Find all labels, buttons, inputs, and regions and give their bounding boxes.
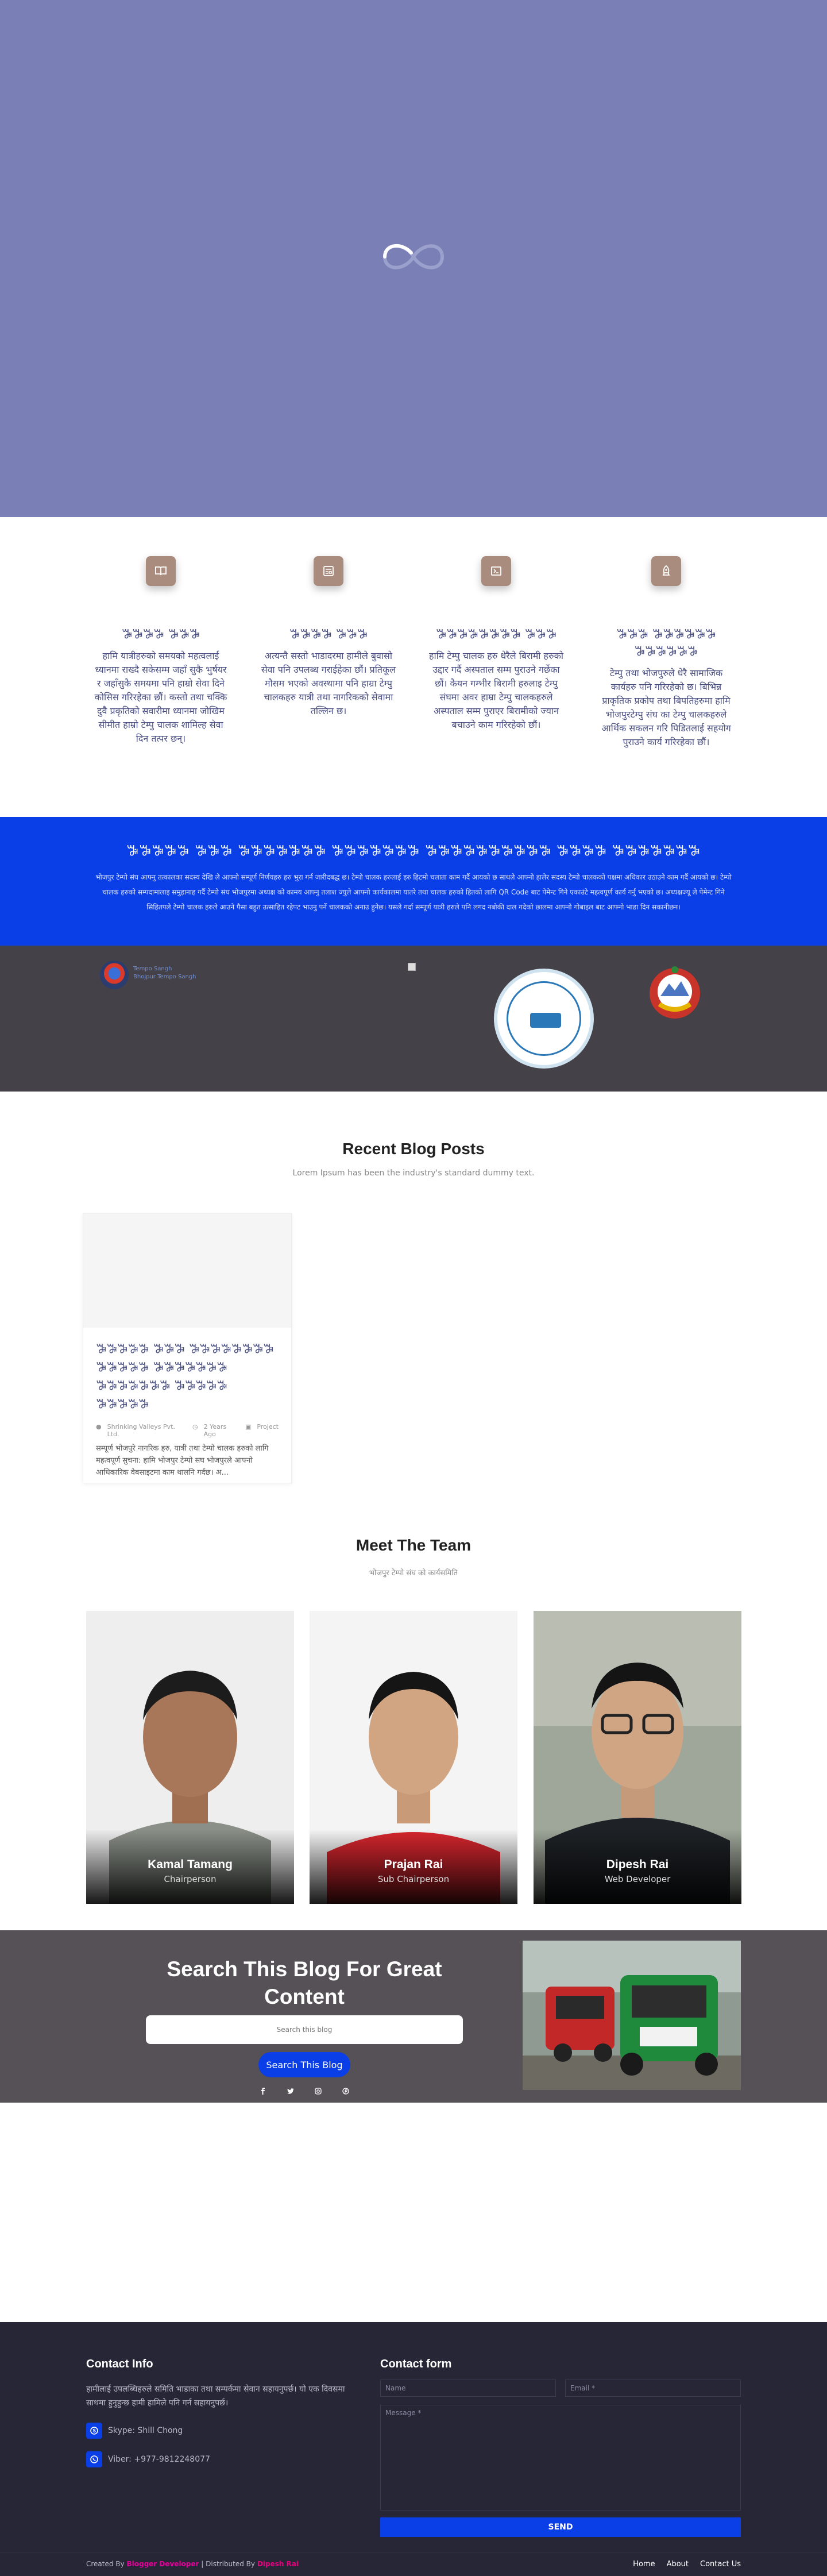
blog-section: Recent Blog Posts Lorem Ipsum has been t… xyxy=(0,1092,827,1511)
social-links xyxy=(258,2087,350,2096)
post-category[interactable]: Project xyxy=(257,1423,279,1438)
footer-link-about[interactable]: About xyxy=(667,2560,689,2569)
feature-card: ꕅꕅꕅꕅ ꕅꕅꕅ अत्यन्तै सस्तो भाडादरमा हामीले … xyxy=(260,556,397,718)
member-name: Prajan Rai xyxy=(384,1858,443,1871)
book-open-icon xyxy=(146,556,176,586)
rocket-icon xyxy=(651,556,681,586)
footer-bar: Created By Blogger Developer | Distribut… xyxy=(0,2552,827,2576)
team-member-card[interactable]: Prajan Rai Sub Chairperson xyxy=(310,1611,517,1904)
team-member-card[interactable]: Kamal Tamang Chairperson xyxy=(86,1611,294,1904)
post-thumbnail[interactable] xyxy=(83,1214,291,1328)
contact-info-title: Contact Info xyxy=(86,2358,153,2370)
team-section: Meet The Team भोजपुर टेम्पो संघ को कार्य… xyxy=(0,1511,827,1930)
logos-band: Tempo Sangh Bhojpur Tempo Sangh xyxy=(0,946,827,1092)
feature-text: अत्यन्तै सस्तो भाडादरमा हामीले बुवासो से… xyxy=(261,650,396,716)
notice-title: ꕅꕅꕅꕅꕅ ꕅꕅꕅ ꕅꕅꕅꕅꕅꕅꕅ ꕅꕅꕅꕅꕅꕅꕅ ꕅꕅꕅꕅꕅꕅꕅꕅꕅꕅ ꕅꕅꕅ… xyxy=(126,842,701,859)
notice-banner: ꕅꕅꕅꕅꕅ ꕅꕅꕅ ꕅꕅꕅꕅꕅꕅꕅ ꕅꕅꕅꕅꕅꕅꕅ ꕅꕅꕅꕅꕅꕅꕅꕅꕅꕅ ꕅꕅꕅ… xyxy=(0,817,827,946)
feature-title: ꕅꕅꕅꕅ ꕅꕅꕅ xyxy=(289,627,368,642)
email-field[interactable] xyxy=(565,2380,741,2397)
member-role: Chairperson xyxy=(164,1874,217,1884)
member-name: Kamal Tamang xyxy=(148,1858,233,1871)
post-author[interactable]: Shrinking Valleys Pvt. Ltd. xyxy=(107,1423,187,1438)
name-field[interactable] xyxy=(380,2380,556,2397)
feature-card: ꕅꕅꕅ ꕅꕅꕅꕅꕅꕅ ꕅꕅꕅꕅꕅꕅ टेम्पु तथा भोजपुरुले ध… xyxy=(597,556,735,749)
contact-info-text: हामीलाई उपलब्धिहरुले समिति भाडाका तथा सम… xyxy=(86,2385,345,2408)
seal-ring xyxy=(507,981,581,1056)
creator-link[interactable]: Blogger Developer xyxy=(126,2560,199,2568)
clock-icon: ◷ xyxy=(192,1423,198,1430)
team-member-card[interactable]: Dipesh Rai Web Developer xyxy=(534,1611,741,1904)
footer-link-contact[interactable]: Contact Us xyxy=(700,2560,741,2569)
contact-info: Contact Info हामीलाई उपलब्धिहरुले समिति … xyxy=(86,2358,362,2467)
search-section: Search This Blog For Great Content Searc… xyxy=(0,1930,827,2103)
notice-text: भोजपुर टेम्पो संघ आफ्नु तत्कालका सदस्य द… xyxy=(95,873,732,911)
features-section: ꕅꕅꕅꕅ ꕅꕅꕅ हामि यात्रीहरुको समयको महत्वलाई… xyxy=(0,517,827,817)
feature-title: ꕅꕅꕅꕅꕅꕅꕅꕅ ꕅꕅꕅ xyxy=(435,627,557,642)
whatsapp-icon xyxy=(86,2451,102,2467)
post-date: 2 Years Ago xyxy=(203,1423,227,1438)
feature-text: हामि यात्रीहरुको समयको महत्वलाई ध्यानमा … xyxy=(94,650,227,744)
member-role: Web Developer xyxy=(604,1874,671,1884)
member-name: Dipesh Rai xyxy=(606,1858,669,1871)
instagram-icon[interactable] xyxy=(314,2087,323,2096)
logo-text: Tempo Sangh Bhojpur Tempo Sangh xyxy=(133,966,196,980)
ticket-icon xyxy=(481,556,511,586)
broken-image-icon xyxy=(408,963,416,971)
distributor-link[interactable]: Dipesh Rai xyxy=(257,2560,299,2568)
infinity-loader-icon xyxy=(382,244,445,269)
skype-row[interactable]: Skype: Shill Chong xyxy=(86,2423,362,2439)
newspaper-icon xyxy=(314,556,343,586)
team-title: Meet The Team xyxy=(355,1536,472,1554)
blog-title: Recent Blog Posts xyxy=(342,1140,485,1158)
footer-link-home[interactable]: Home xyxy=(633,2560,655,2569)
facebook-icon[interactable] xyxy=(258,2087,268,2096)
post-meta: ● Shrinking Valleys Pvt. Ltd. ◷ 2 Years … xyxy=(96,1423,279,1438)
twitter-icon[interactable] xyxy=(286,2087,295,2096)
search-title: Search This Blog For Great Content xyxy=(167,1957,442,2008)
search-button[interactable]: Search This Blog xyxy=(258,2052,350,2077)
bus-icon xyxy=(530,1013,561,1028)
send-button[interactable]: SEND xyxy=(380,2517,741,2537)
viber-text[interactable]: Viber: +977-9812248077 xyxy=(108,2455,210,2464)
message-field[interactable] xyxy=(380,2405,741,2511)
nepal-emblem-icon xyxy=(650,966,700,1019)
team-subtitle: भोजपुर टेम्पो संघ को कार्यसमिति xyxy=(369,1569,458,1578)
author-icon: ● xyxy=(96,1423,102,1430)
rickshaw-photo xyxy=(523,1941,741,2090)
feature-title: ꕅꕅꕅ ꕅꕅꕅꕅꕅꕅ ꕅꕅꕅꕅꕅꕅ xyxy=(616,627,716,659)
feature-text: टेम्पु तथा भोजपुरुले धेरै सामाजिक कार्यह… xyxy=(601,668,731,747)
tempo-sangh-seal xyxy=(494,969,594,1069)
blog-post-card[interactable]: ꕅꕅꕅꕅꕅ ꕅꕅꕅ ꕅꕅꕅꕅꕅꕅꕅꕅ ꕅꕅꕅꕅꕅ ꕅꕅꕅꕅꕅꕅꕅ ꕅꕅꕅꕅꕅꕅꕅ… xyxy=(83,1213,292,1483)
footer-nav: Home About Contact Us xyxy=(633,2560,741,2569)
contact-form: Contact form SEND xyxy=(380,2358,741,2537)
folder-icon: ▣ xyxy=(245,1423,252,1430)
footer-credit: Created By Blogger Developer | Distribut… xyxy=(86,2560,299,2568)
contact-section: Contact Info हामीलाई उपलब्धिहरुले समिति … xyxy=(0,2322,827,2552)
post-excerpt: सम्पूर्ण भोजपुरे नागरिक हरु, यात्री तथा … xyxy=(96,1444,269,1477)
feature-title: ꕅꕅꕅꕅ ꕅꕅꕅ xyxy=(121,627,200,642)
member-role: Sub Chairperson xyxy=(377,1874,450,1884)
feature-text: हामि टेम्पु चालक हरु धेरैले बिरामी हरुको… xyxy=(428,650,564,730)
hero-loader-section xyxy=(0,0,827,517)
tempo-sangh-logo[interactable] xyxy=(100,961,129,989)
post-title[interactable]: ꕅꕅꕅꕅꕅ ꕅꕅꕅ ꕅꕅꕅꕅꕅꕅꕅꕅ ꕅꕅꕅꕅꕅ ꕅꕅꕅꕅꕅꕅꕅ ꕅꕅꕅꕅꕅꕅꕅ… xyxy=(96,1340,279,1414)
feature-card: ꕅꕅꕅꕅ ꕅꕅꕅ हामि यात्रीहरुको समयको महत्वलाई… xyxy=(92,556,230,746)
viber-row[interactable]: Viber: +977-9812248077 xyxy=(86,2451,362,2467)
skype-text[interactable]: Skype: Shill Chong xyxy=(108,2426,183,2435)
search-input[interactable] xyxy=(146,2015,463,2044)
feature-card: ꕅꕅꕅꕅꕅꕅꕅꕅ ꕅꕅꕅ हामि टेम्पु चालक हरु धेरैले… xyxy=(427,556,565,732)
blog-subtitle: Lorem Ipsum has been the industry's stan… xyxy=(292,1169,535,1178)
pinterest-icon[interactable] xyxy=(341,2087,350,2096)
contact-form-title: Contact form xyxy=(380,2358,452,2370)
skype-icon xyxy=(86,2423,102,2439)
